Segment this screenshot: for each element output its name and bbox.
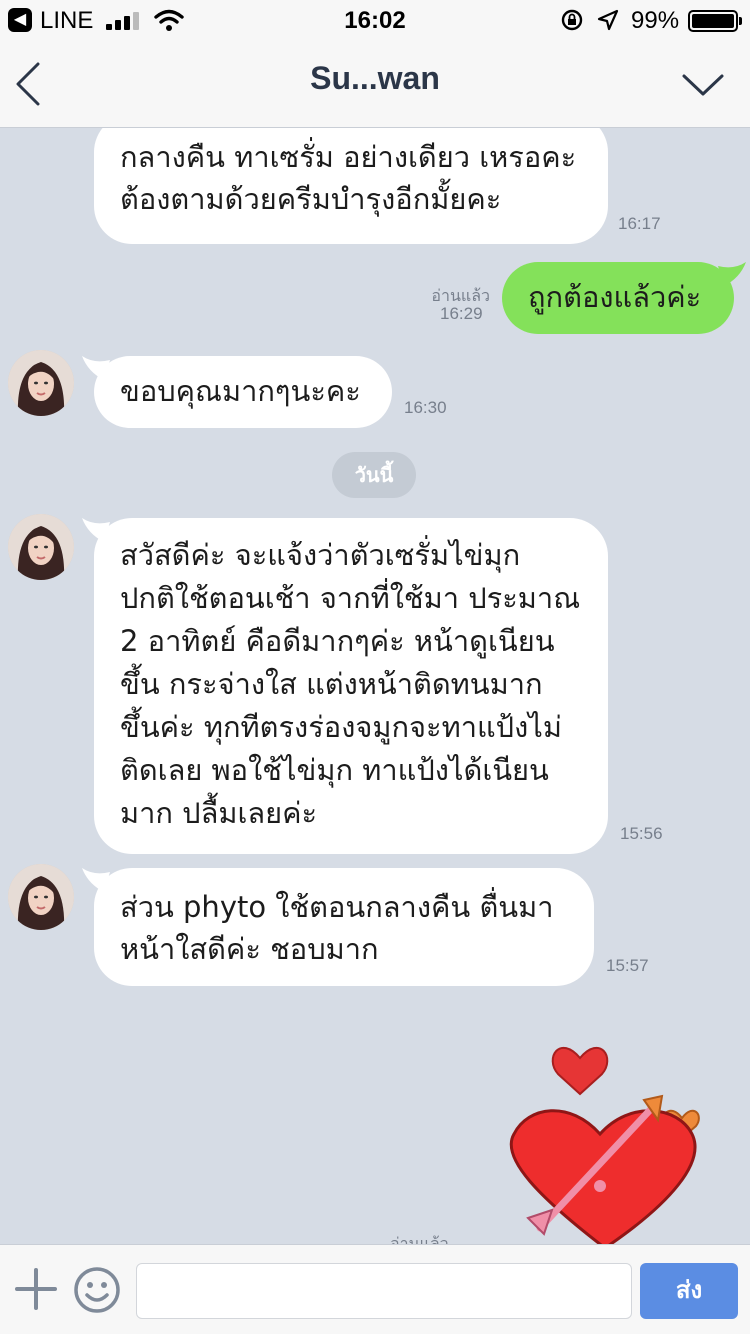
date-divider: วันนี้ <box>332 452 416 498</box>
message-input[interactable] <box>136 1263 632 1319</box>
message-bubble-outgoing[interactable]: ถูกต้องแล้วค่ะ <box>502 262 734 334</box>
message-bubble-incoming[interactable]: สวัสดีค่ะ จะแจ้งว่าตัวเซรั่มไข่มุก ปกติใ… <box>94 518 608 854</box>
message-text: ถูกต้องแล้วค่ะ <box>528 280 702 314</box>
message-text: ขอบคุณมากๆนะคะ <box>120 374 361 408</box>
heart-arrow-sticker[interactable] <box>500 1038 710 1244</box>
emoji-icon[interactable] <box>72 1265 122 1315</box>
send-button[interactable]: ส่ง <box>640 1263 738 1319</box>
chat-area[interactable]: กลางคืน ทาเซรั่ม อย่างเดียว เหรอคะ ต้องต… <box>0 128 750 1244</box>
message-bubble-incoming[interactable]: ขอบคุณมากๆนะคะ <box>94 356 392 428</box>
message-time: 16:17 <box>618 214 661 233</box>
location-arrow-icon <box>597 9 619 31</box>
message-text: กลางคืน ทาเซรั่ม อย่างเดียว เหรอคะ ต้องต… <box>120 140 577 216</box>
message-time: 15:56 <box>620 824 663 843</box>
message-bubble-incoming[interactable]: กลางคืน ทาเซรั่ม อย่างเดียว เหรอคะ ต้องต… <box>94 128 608 244</box>
contact-avatar[interactable] <box>8 514 74 580</box>
rotation-lock-icon <box>561 9 583 31</box>
message-input-bar: ส่ง <box>0 1244 750 1334</box>
read-receipt: อ่านแล้ว <box>390 1234 449 1244</box>
bubble-tail <box>718 262 746 286</box>
battery-percent: 99% <box>631 7 680 34</box>
chat-title[interactable]: Su...wan <box>0 60 750 97</box>
message-text: สวัสดีค่ะ จะแจ้งว่าตัวเซรั่มไข่มุก ปกติใ… <box>120 538 581 830</box>
chat-header: Su...wan <box>0 40 750 128</box>
status-bar: ◀ LINE 16:02 99% <box>0 0 750 40</box>
message-text: ส่วน phyto ใช้ตอนกลางคืน ตื่นมาหน้าใสดีค… <box>120 890 554 966</box>
contact-avatar[interactable] <box>8 350 74 416</box>
message-time: 16:29 <box>440 304 483 323</box>
battery-icon <box>688 10 742 32</box>
message-bubble-incoming[interactable]: ส่วน phyto ใช้ตอนกลางคืน ตื่นมาหน้าใสดีค… <box>94 868 594 986</box>
contact-avatar[interactable] <box>8 864 74 930</box>
message-time: 16:30 <box>404 398 447 417</box>
plus-icon[interactable] <box>14 1267 58 1311</box>
chevron-down-icon[interactable] <box>680 70 726 100</box>
message-time: 15:57 <box>606 956 649 975</box>
